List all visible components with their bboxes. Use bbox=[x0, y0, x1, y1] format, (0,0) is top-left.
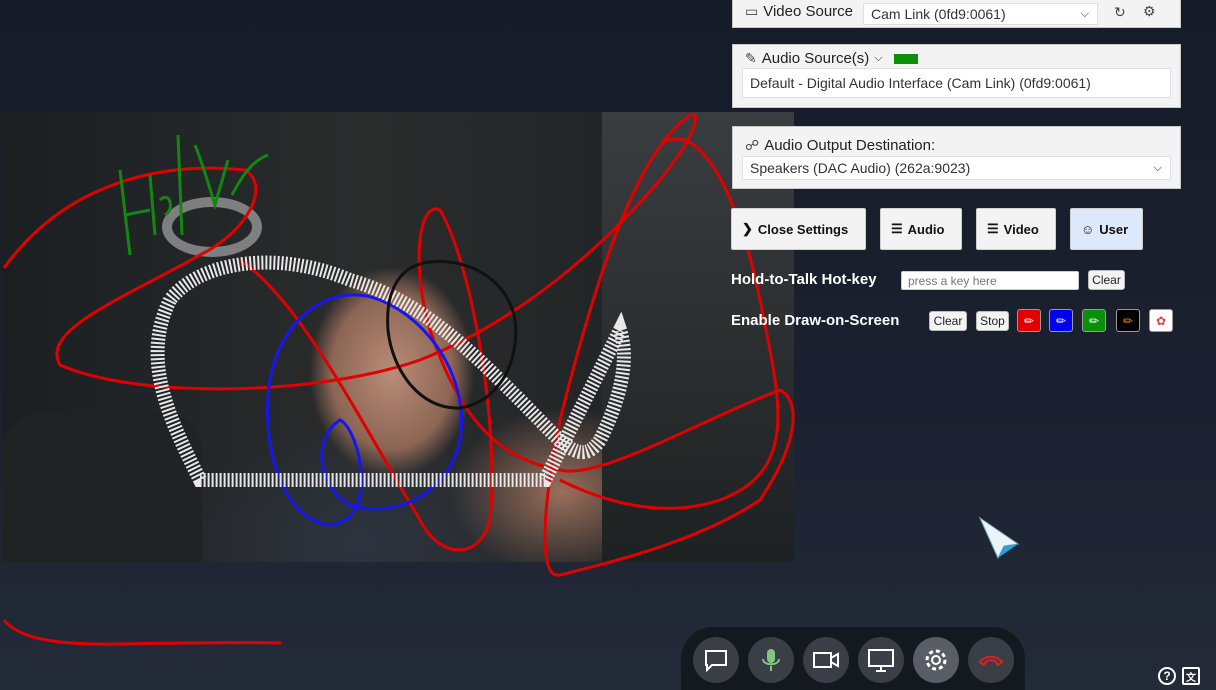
hotkey-clear-button[interactable]: Clear bbox=[1088, 270, 1125, 290]
audio-output-label: Audio Output Destination: bbox=[764, 137, 936, 154]
chevron-down-icon: ⌵ bbox=[1080, 7, 1089, 20]
palette-icon: ✿ bbox=[1155, 313, 1167, 328]
audio-source-row: ✎ Audio Source(s) ⌵ bbox=[745, 50, 918, 67]
audio-settings-button[interactable]: ☰ Audio bbox=[880, 208, 962, 250]
pencil-icon: ✏ bbox=[1023, 313, 1035, 328]
camera-button[interactable] bbox=[802, 636, 849, 683]
audio-level-meter bbox=[893, 53, 918, 64]
hangup-icon bbox=[978, 655, 1003, 666]
audio-source-value: Default - Digital Audio Interface (Cam L… bbox=[750, 75, 1091, 91]
pencil-icon: ✏ bbox=[1088, 313, 1100, 328]
settings-icon bbox=[925, 649, 946, 670]
screenshare-button[interactable] bbox=[857, 636, 904, 683]
sliders-icon: ☰ bbox=[891, 221, 903, 236]
pencil-icon: ✏ bbox=[1122, 313, 1134, 328]
close-settings-button[interactable]: ❯ Close Settings bbox=[731, 208, 866, 250]
audio-source-card: ✎ Audio Source(s) ⌵ Default - Digital Au… bbox=[732, 44, 1181, 108]
pen-black-button[interactable]: ✏ bbox=[1116, 309, 1140, 332]
video-button-label: Video bbox=[1003, 221, 1039, 237]
audio-output-card: ☍ Audio Output Destination: Speakers (DA… bbox=[732, 126, 1181, 189]
drawing-red-stroke-3 bbox=[2, 619, 282, 646]
pen-red-button[interactable]: ✏ bbox=[1017, 309, 1041, 332]
audio-source-list[interactable]: Default - Digital Audio Interface (Cam L… bbox=[742, 68, 1171, 98]
video-source-label: Video Source bbox=[763, 3, 854, 20]
help-icon[interactable]: ? bbox=[1158, 667, 1176, 685]
audio-source-label: Audio Source(s) bbox=[761, 50, 870, 67]
hotkey-label: Hold-to-Talk Hot-key bbox=[731, 271, 877, 288]
audio-output-value: Speakers (DAC Audio) (262a:9023) bbox=[750, 160, 971, 176]
refresh-icon[interactable]: ↻ bbox=[1114, 4, 1126, 21]
close-settings-label: Close Settings bbox=[757, 221, 849, 237]
video-chair bbox=[2, 412, 202, 562]
screenshare-icon bbox=[867, 648, 894, 672]
settings-panel: ▭ Video Source Cam Link (0fd9:0061) ⌵ ↻ … bbox=[711, 0, 1216, 600]
pen-white-button[interactable]: ✿ bbox=[1149, 309, 1173, 332]
video-source-value: Cam Link (0fd9:0061) bbox=[871, 6, 1006, 22]
microphone-small-icon: ✎ bbox=[745, 50, 757, 66]
user-settings-button[interactable]: ☺ User bbox=[1070, 208, 1143, 250]
camera-icon bbox=[812, 651, 839, 668]
video-planet-logo bbox=[162, 197, 262, 257]
chat-button[interactable] bbox=[692, 636, 739, 683]
sliders-icon: ☰ bbox=[987, 221, 999, 236]
cursor-icon bbox=[978, 516, 1020, 560]
user-button-label: User bbox=[1099, 221, 1129, 237]
pen-green-button[interactable]: ✏ bbox=[1082, 309, 1106, 332]
hotkey-placeholder: press a key here bbox=[908, 273, 997, 288]
chat-icon bbox=[704, 649, 727, 672]
corner-icons: ? 文 bbox=[1158, 667, 1200, 685]
video-source-card: ▭ Video Source Cam Link (0fd9:0061) ⌵ ↻ … bbox=[732, 0, 1181, 28]
camera-small-icon: ▭ bbox=[745, 3, 759, 19]
call-toolbar bbox=[681, 627, 1025, 690]
user-gear-icon: ☺ bbox=[1081, 221, 1095, 237]
translate-icon[interactable]: 文 bbox=[1182, 667, 1200, 685]
audio-button-label: Audio bbox=[907, 221, 945, 237]
settings-button-row: ❯ Close Settings ☰ Audio ☰ Video ☺ User bbox=[731, 208, 1143, 250]
gear-icon[interactable]: ⚙ bbox=[1143, 3, 1156, 20]
chevron-down-icon[interactable]: ⌵ bbox=[874, 52, 882, 65]
hotkey-input[interactable]: press a key here bbox=[901, 271, 1079, 290]
chevron-right-icon: ❯ bbox=[742, 221, 753, 236]
chevron-down-icon: ⌵ bbox=[1153, 161, 1162, 174]
headphones-icon: ☍ bbox=[745, 137, 760, 153]
microphone-button[interactable] bbox=[747, 636, 794, 683]
hangup-button[interactable] bbox=[967, 636, 1014, 683]
draw-stop-button[interactable]: Stop bbox=[976, 311, 1009, 331]
video-feed bbox=[2, 112, 794, 562]
video-source-row: ▭ Video Source bbox=[745, 3, 853, 20]
audio-output-row: ☍ Audio Output Destination: bbox=[745, 137, 935, 154]
audio-output-select[interactable]: Speakers (DAC Audio) (262a:9023) ⌵ bbox=[742, 156, 1171, 180]
draw-clear-button[interactable]: Clear bbox=[929, 311, 967, 331]
video-source-select[interactable]: Cam Link (0fd9:0061) ⌵ bbox=[863, 3, 1098, 25]
settings-button[interactable] bbox=[912, 636, 959, 683]
video-settings-button[interactable]: ☰ Video bbox=[976, 208, 1056, 250]
pencil-icon: ✏ bbox=[1055, 313, 1067, 328]
microphone-icon bbox=[761, 648, 780, 671]
pen-blue-button[interactable]: ✏ bbox=[1049, 309, 1073, 332]
draw-label: Enable Draw-on-Screen bbox=[731, 312, 900, 329]
